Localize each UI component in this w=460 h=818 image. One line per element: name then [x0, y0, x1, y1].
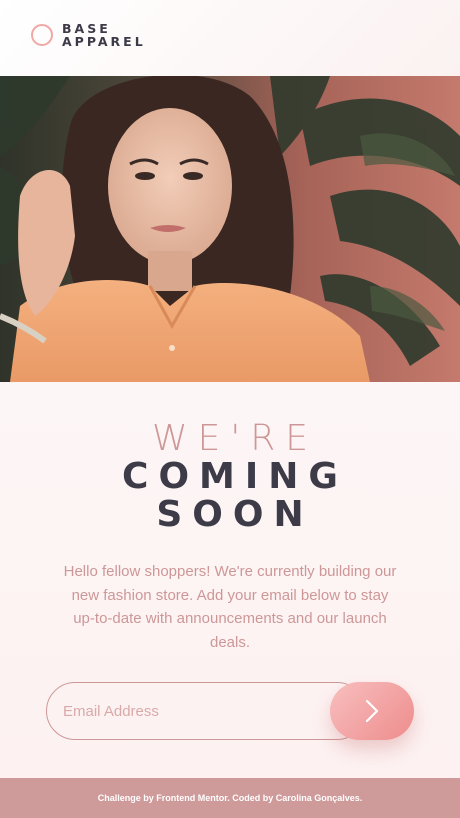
brand-logo[interactable]: BASE APPAREL: [31, 22, 146, 48]
description-text: Hello fellow shoppers! We're currently b…: [63, 563, 397, 651]
email-field[interactable]: [46, 682, 366, 740]
hero-photo-model: [0, 76, 460, 382]
site-header: BASE APPAREL: [0, 0, 460, 76]
hero-image: [0, 76, 460, 382]
email-signup-form: [46, 682, 414, 740]
headline-light: WE'RE: [152, 418, 318, 459]
brand-name-line2: APPAREL: [62, 34, 146, 49]
site-footer: Challenge by Frontend Mentor. Coded by C…: [0, 778, 460, 818]
main-content: WE'RE COMING SOON Hello fellow shoppers!…: [0, 382, 460, 778]
logo-ring-icon: [31, 24, 53, 46]
footer-attribution: Challenge by Frontend Mentor. Coded by C…: [97, 793, 363, 803]
submit-button[interactable]: [330, 682, 414, 740]
headline-bold-line1: COMING: [122, 456, 348, 497]
headline: WE'RE COMING SOON: [0, 420, 460, 534]
chevron-right-icon: [365, 699, 379, 723]
brand-name: BASE APPAREL: [62, 22, 146, 48]
headline-bold-line2: SOON: [156, 494, 314, 535]
